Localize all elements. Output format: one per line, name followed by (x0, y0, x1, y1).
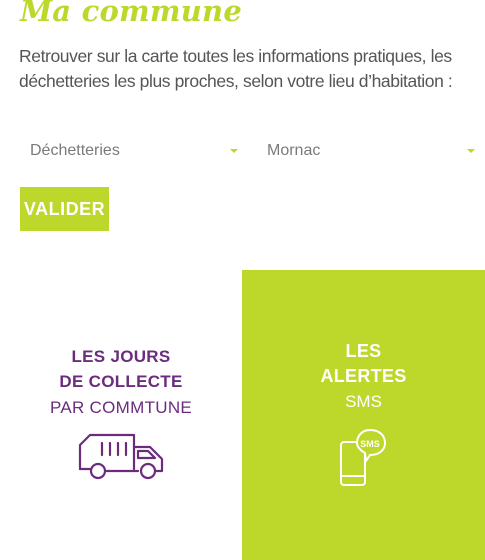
sms-alerts-card[interactable]: LES ALERTES SMS SMS (242, 270, 485, 560)
collection-card-line2: DE COLLECTE (59, 372, 183, 391)
collection-card-line3: PAR COMMTUNE (49, 398, 193, 417)
category-select-value: Déchetteries (30, 142, 120, 159)
commune-select-value: Mornac (267, 142, 321, 159)
phone-sms-icon: SMS (340, 429, 386, 486)
category-select[interactable]: Déchetteries (30, 137, 238, 165)
caret-down-icon (467, 149, 475, 153)
caret-down-icon (230, 149, 238, 153)
commune-select[interactable]: Mornac (267, 137, 475, 165)
sms-badge-text: SMS (360, 439, 380, 449)
intro-text: Retrouver sur la carte toutes les inform… (19, 46, 453, 91)
alerts-card-line3: SMS (345, 392, 382, 411)
truck-icon (78, 433, 164, 480)
alerts-card-line1: LES (345, 341, 382, 361)
alerts-card-line2: ALERTES (320, 366, 407, 386)
collection-card-line1: LES JOURS (71, 347, 171, 366)
collection-days-card[interactable]: LES JOURS DE COLLECTE PAR COMMTUNE (0, 270, 242, 560)
page-title: Ma commune (20, 0, 242, 28)
validate-button[interactable]: VALIDER (20, 187, 109, 231)
